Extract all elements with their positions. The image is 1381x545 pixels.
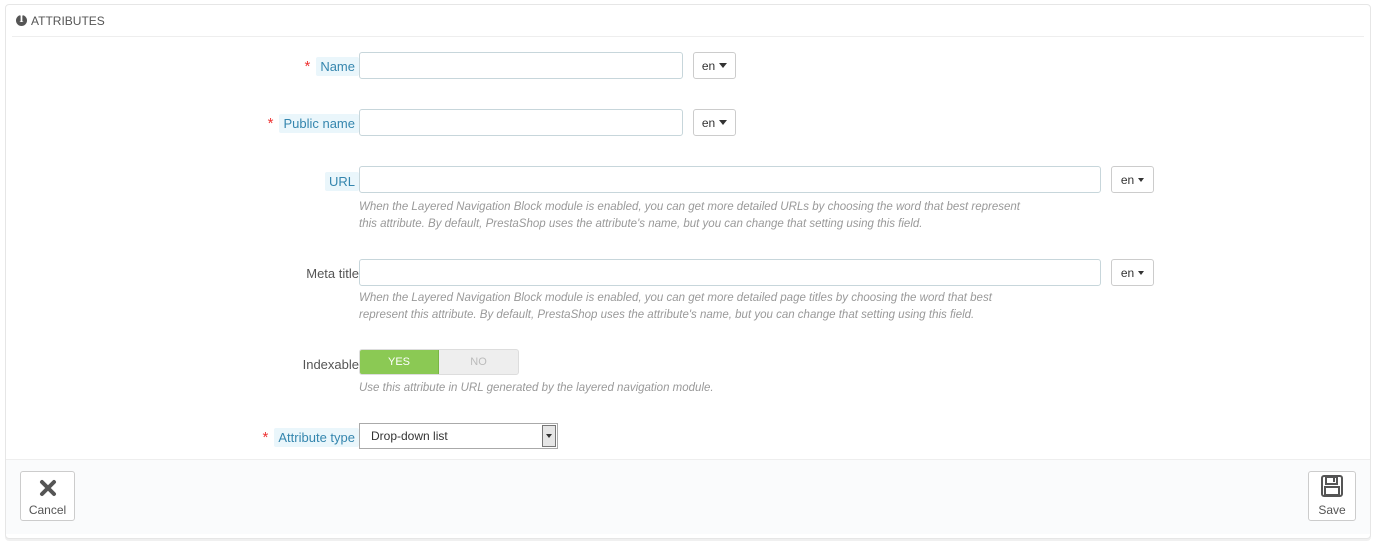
- panel-footer: Cancel Save: [6, 459, 1370, 534]
- required-asterisk: *: [262, 428, 269, 446]
- public-name-label: Public name: [279, 113, 359, 133]
- save-button[interactable]: Save: [1308, 471, 1356, 521]
- help-line: represent this attribute. By default, Pr…: [359, 309, 975, 321]
- meta-title-lang-dropdown[interactable]: en: [1111, 259, 1154, 286]
- url-label: URL: [324, 171, 359, 191]
- indexable-switch[interactable]: YES NO: [359, 349, 519, 375]
- caret-down-icon: [719, 63, 728, 68]
- caret-down-icon: [1138, 270, 1145, 275]
- meta-title-label: Meta title: [306, 265, 359, 281]
- select-arrow-icon[interactable]: [542, 425, 556, 447]
- save-label: Save: [1318, 503, 1346, 517]
- public-name-input[interactable]: [359, 109, 683, 136]
- lang-code: en: [1120, 172, 1135, 187]
- required-asterisk: *: [304, 57, 311, 75]
- attribute-type-value: Drop-down list: [371, 429, 448, 443]
- name-label: Name: [316, 56, 359, 76]
- indexable-help-text: Use this attribute in URL generated by t…: [359, 382, 714, 394]
- info-icon: i: [16, 15, 27, 26]
- attribute-type-select[interactable]: Drop-down list: [359, 423, 558, 449]
- url-input[interactable]: [359, 166, 1101, 193]
- lang-code: en: [701, 58, 716, 73]
- help-line: When the Layered Navigation Block module…: [359, 292, 992, 304]
- panel-title: ATTRIBUTES: [31, 13, 105, 28]
- required-asterisk: *: [267, 114, 274, 132]
- indexable-label: Indexable: [302, 356, 359, 372]
- url-lang-dropdown[interactable]: en: [1111, 166, 1154, 193]
- indexable-yes-option[interactable]: YES: [360, 350, 439, 374]
- name-label-group: * Name: [304, 56, 359, 76]
- lang-code: en: [1120, 265, 1135, 280]
- name-lang-dropdown[interactable]: en: [693, 52, 736, 79]
- help-line: this attribute. By default, PrestaShop u…: [359, 218, 923, 230]
- panel-heading: i ATTRIBUTES: [12, 5, 1364, 37]
- name-input[interactable]: [359, 52, 683, 79]
- attribute-type-label-group: * Attribute type: [263, 427, 359, 447]
- help-line: When the Layered Navigation Block module…: [359, 201, 1020, 213]
- url-label-group: URL: [324, 171, 359, 191]
- url-help-text: When the Layered Navigation Block module…: [359, 199, 1020, 233]
- public-name-lang-dropdown[interactable]: en: [693, 109, 736, 136]
- public-name-label-group: * Public name: [268, 113, 359, 133]
- meta-title-input[interactable]: [359, 259, 1101, 286]
- caret-down-icon: [1138, 177, 1145, 182]
- indexable-label-group: Indexable: [303, 354, 359, 374]
- caret-down-icon: [719, 120, 728, 125]
- indexable-no-option[interactable]: NO: [439, 350, 518, 374]
- attribute-type-label: Attribute type: [274, 427, 359, 447]
- cancel-label: Cancel: [28, 503, 67, 517]
- lang-code: en: [701, 115, 716, 130]
- meta-title-label-group: Meta title: [306, 263, 359, 283]
- caret-down-icon: [546, 434, 552, 438]
- meta-title-help-text: When the Layered Navigation Block module…: [359, 290, 992, 324]
- save-icon: [1320, 474, 1344, 501]
- cancel-button[interactable]: Cancel: [20, 471, 75, 521]
- close-icon: [38, 478, 58, 501]
